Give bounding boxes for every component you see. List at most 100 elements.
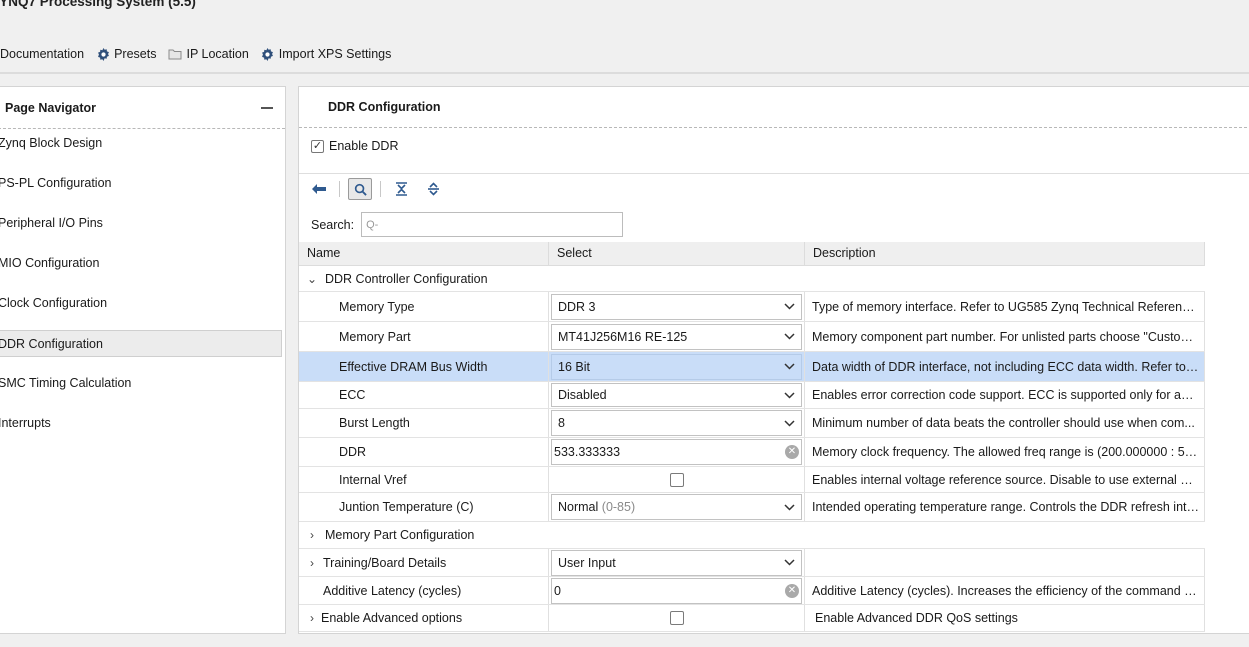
row-description: Memory clock frequency. The allowed freq… (812, 445, 1200, 459)
documentation-label: Documentation (0, 47, 85, 61)
divider (299, 173, 1249, 174)
dropdown-value: MT41J256M16 RE-125 (558, 329, 688, 344)
table-row-internal-vref: Internal Vref Enables internal voltage r… (299, 467, 1205, 493)
ip-location-button[interactable]: IP Location (168, 47, 249, 61)
dropdown-value: DDR 3 (558, 299, 596, 314)
memory-type-dropdown[interactable]: DDR 3 (551, 293, 802, 320)
table-header: Name Select Description (299, 242, 1205, 266)
burst-length-dropdown[interactable]: 8 (551, 410, 802, 436)
clear-icon[interactable]: ✕ (785, 583, 799, 598)
row-label: Memory Part (299, 322, 549, 351)
dropdown-value: 8 (558, 416, 565, 430)
nav-item-clock-configuration[interactable]: Clock Configuration (0, 290, 282, 317)
chevron-down-icon (784, 303, 795, 310)
group-memory-part-configuration[interactable]: › Memory Part Configuration (299, 522, 1205, 549)
page-navigator: Page Navigator Zynq Block Design PS-PL C… (0, 86, 286, 634)
import-xps-button[interactable]: Import XPS Settings (261, 47, 391, 61)
ddr-configuration-panel: DDR Configuration ✓ Enable DDR Search: Q… (298, 86, 1249, 634)
table-row-burst-length: Burst Length 8 Minimum number of data be… (299, 409, 1205, 438)
search-placeholder: Q- (366, 218, 379, 231)
chevron-down-icon (784, 391, 795, 399)
clear-icon[interactable]: ✕ (785, 445, 799, 459)
nav-item-mio-configuration[interactable]: MIO Configuration (0, 250, 282, 277)
enable-advanced-checkbox[interactable] (669, 611, 684, 625)
internal-vref-checkbox[interactable] (669, 472, 684, 487)
navigator-header: Page Navigator (0, 87, 285, 129)
panel-title: DDR Configuration (299, 87, 1249, 128)
dropdown-value: Disabled (558, 388, 607, 402)
training-dropdown[interactable]: User Input (551, 549, 802, 576)
input-value: 0 (554, 583, 561, 598)
gear-icon (96, 47, 110, 61)
nav-item-interrupts[interactable]: Interrupts (0, 410, 282, 437)
minimize-icon[interactable] (261, 106, 273, 109)
row-label: ECC (299, 382, 549, 408)
row-description: Type of memory interface. Refer to UG585… (812, 299, 1200, 314)
column-header-select[interactable]: Select (549, 242, 805, 266)
documentation-button[interactable]: Documentation (0, 47, 84, 61)
back-arrow-icon[interactable] (307, 178, 331, 200)
table-row-ecc: ECC Disabled Enables error correction co… (299, 382, 1205, 409)
ddr-frequency-input[interactable]: 533.333333 ✕ (551, 439, 802, 465)
column-header-name[interactable]: Name (299, 242, 549, 266)
row-description: Enables error correction code support. E… (812, 388, 1200, 402)
memory-part-dropdown[interactable]: MT41J256M16 RE-125 (551, 323, 802, 350)
divider (0, 72, 1249, 74)
ecc-dropdown[interactable]: Disabled (551, 383, 802, 407)
table-row-effective-dram-bus-width[interactable]: Effective DRAM Bus Width 16 Bit Data wid… (299, 352, 1205, 382)
toolbar: Documentation Presets IP Location Import… (0, 44, 403, 64)
additive-latency-input[interactable]: 0 ✕ (551, 577, 802, 604)
search-input[interactable]: Q- (361, 212, 624, 237)
chevron-down-icon (784, 419, 795, 427)
nav-item-ddr-configuration[interactable]: DDR Configuration (0, 330, 282, 357)
row-description: Additive Latency (cycles). Increases the… (812, 583, 1200, 598)
enable-ddr-label: Enable DDR (329, 139, 399, 153)
navigator-title: Page Navigator (5, 100, 97, 115)
row-label: Training/Board Details (323, 555, 447, 570)
bus-width-dropdown[interactable]: 16 Bit (551, 353, 802, 380)
group-ddr-controller-configuration[interactable]: ⌄ DDR Controller Configuration (299, 266, 1205, 292)
column-header-description[interactable]: Description (805, 242, 1205, 266)
dropdown-value: 16 Bit (558, 359, 590, 374)
nav-item-zynq-block-design[interactable]: Zynq Block Design (0, 130, 282, 157)
table-row-training-board-details: › Training/Board Details User Input (299, 549, 1205, 577)
nav-item-smc-timing-calculation[interactable]: SMC Timing Calculation (0, 370, 282, 397)
table-row-additive-latency: Additive Latency (cycles) 0 ✕ Additive L… (299, 577, 1205, 605)
ddr-parameter-table: Name Select Description ⌄ DDR Controller… (299, 242, 1205, 632)
table-row-ddr-frequency: DDR 533.333333 ✕ Memory clock frequency.… (299, 438, 1205, 467)
search-icon[interactable] (348, 178, 372, 200)
nav-item-ps-pl-configuration[interactable]: PS-PL Configuration (0, 170, 282, 197)
table-row-enable-advanced-options: › Enable Advanced options Enable Advance… (299, 605, 1205, 632)
group-label: Memory Part Configuration (325, 528, 475, 542)
group-label: DDR Controller Configuration (325, 271, 488, 286)
dropdown-value: User Input (558, 555, 616, 570)
collapse-all-icon[interactable] (389, 178, 413, 200)
search-bar: Search: Q- (311, 212, 624, 237)
chevron-down-icon (784, 503, 795, 511)
row-description: Intended operating temperature range. Co… (812, 500, 1200, 514)
row-description: Enable Advanced DDR QoS settings (815, 611, 1018, 625)
chevron-right-icon[interactable]: › (303, 528, 321, 542)
junction-temperature-dropdown[interactable]: Normal (0-85) (551, 494, 802, 520)
table-row-memory-part: Memory Part MT41J256M16 RE-125 Memory co… (299, 322, 1205, 352)
chevron-down-icon (784, 559, 795, 566)
chevron-right-icon[interactable]: › (303, 611, 321, 625)
dropdown-value: Normal (558, 500, 599, 514)
divider (380, 181, 381, 197)
chevron-right-icon[interactable]: › (303, 556, 321, 570)
chevron-down-icon[interactable]: ⌄ (303, 272, 321, 286)
row-label: Burst Length (299, 409, 549, 437)
row-description: Data width of DDR interface, not includi… (812, 359, 1200, 374)
table-row-memory-type: Memory Type DDR 3 Type of memory interfa… (299, 292, 1205, 322)
expand-all-icon[interactable] (421, 178, 445, 200)
row-label: Internal Vref (299, 467, 549, 492)
enable-ddr-option[interactable]: ✓ Enable DDR (311, 139, 398, 153)
row-label: DDR (299, 438, 549, 466)
table-row-junction-temperature: Juntion Temperature (C) Normal (0-85) In… (299, 493, 1205, 522)
gear-icon (261, 47, 275, 61)
enable-ddr-checkbox[interactable]: ✓ (311, 139, 324, 153)
presets-button[interactable]: Presets (96, 47, 156, 61)
row-label: Effective DRAM Bus Width (299, 352, 549, 381)
nav-item-peripheral-io-pins[interactable]: Peripheral I/O Pins (0, 210, 282, 237)
divider (339, 181, 340, 197)
